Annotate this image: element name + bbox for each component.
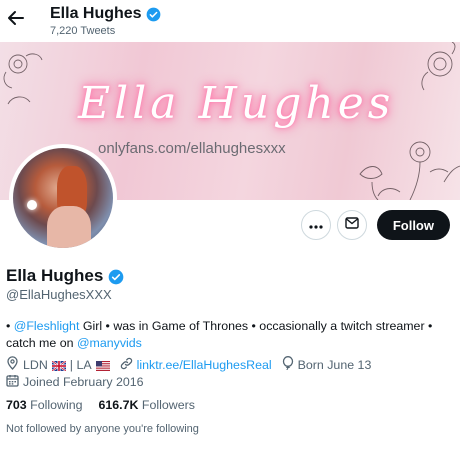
profile-name: Ella Hughes [6, 266, 124, 286]
uk-flag-icon [51, 359, 67, 372]
us-flag-icon [95, 360, 110, 371]
balloon-icon [282, 356, 294, 373]
avatar-figure [47, 206, 91, 248]
following-count: 703 [6, 398, 27, 412]
joined-date: Joined February 2016 [6, 374, 144, 390]
bio-prefix: • [6, 319, 14, 333]
following-stat[interactable]: 703 Following [6, 398, 82, 412]
profile-meta: LDN | LA linktr.ee/EllaHughesReal Born J… [6, 356, 381, 373]
more-icon [309, 216, 323, 234]
joined-text: Joined February 2016 [23, 375, 144, 389]
more-button[interactable] [300, 210, 331, 240]
verified-badge-icon [146, 7, 161, 22]
verified-badge-icon[interactable] [108, 269, 124, 284]
birthday: Born June 13 [282, 356, 372, 373]
profile-bio: • @Fleshlight Girl • was in Game of Thro… [6, 318, 452, 352]
stage-light [27, 200, 37, 210]
followers-count: 616.7K [98, 398, 139, 412]
link-icon [120, 357, 133, 373]
header-title-text: Ella Hughes [50, 5, 142, 22]
website: linktr.ee/EllaHughesReal [120, 357, 272, 373]
back-arrow-icon[interactable] [6, 8, 26, 28]
envelope-icon [345, 216, 359, 234]
location-sep-text: | LA [69, 357, 92, 372]
avatar[interactable] [9, 144, 117, 252]
location-pin-icon [6, 356, 19, 373]
followers-label: Followers [141, 398, 195, 412]
location: LDN | LA [6, 356, 110, 373]
follow-button[interactable]: Follow [376, 210, 450, 240]
birthday-text: Born June 13 [297, 357, 372, 372]
mutual-followers-note: Not followed by anyone you're following [6, 423, 199, 435]
bio-mention-manyvids[interactable]: @manyvids [77, 336, 142, 350]
banner-script-text: Ella Hughes [78, 78, 395, 129]
bio-mention-fleshlight[interactable]: @Fleshlight [14, 319, 80, 333]
followers-stat[interactable]: 616.7K Followers [98, 398, 194, 412]
banner-url-text: onlyfans.com/ellahughesxxx [98, 140, 286, 157]
profile-header-bar: Ella Hughes 7,220 Tweets [0, 0, 460, 42]
website-link[interactable]: linktr.ee/EllaHughesReal [137, 358, 272, 372]
profile-name-text: Ella Hughes [6, 266, 104, 285]
tweet-count: 7,220 Tweets [50, 25, 116, 37]
message-button[interactable] [336, 210, 367, 240]
location-text: LDN [23, 357, 48, 372]
profile-handle: @EllaHughesXXX [6, 287, 112, 302]
profile-actions: Follow [300, 210, 450, 240]
calendar-icon [6, 374, 19, 390]
follow-stats: 703 Following 616.7K Followers [6, 398, 195, 412]
following-label: Following [30, 398, 83, 412]
header-title: Ella Hughes [50, 5, 161, 23]
